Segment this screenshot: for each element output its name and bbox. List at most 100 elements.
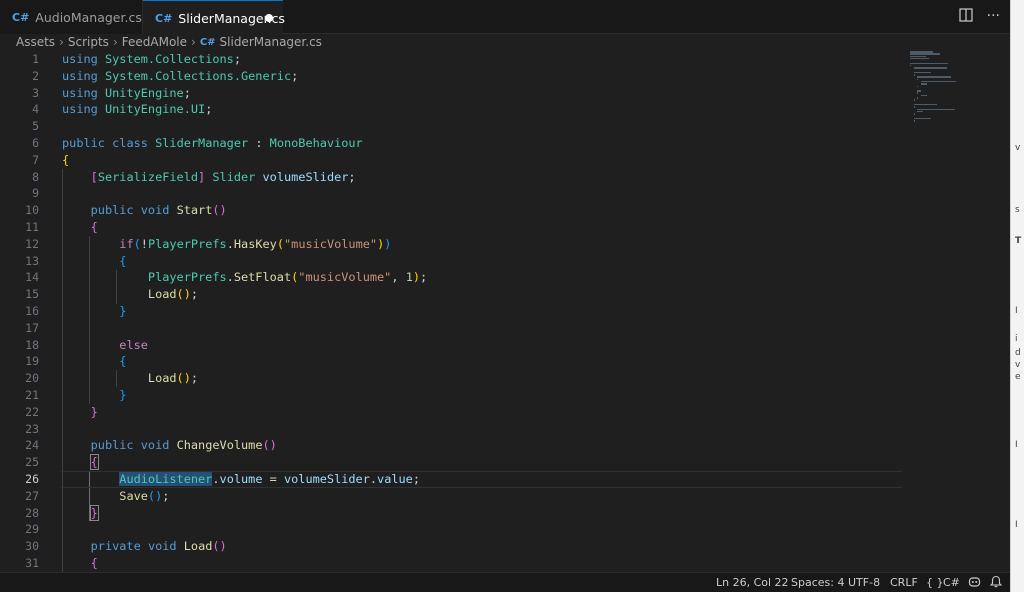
background-text: v	[1015, 143, 1021, 153]
line-number: 25	[25, 455, 39, 470]
line-number: 7	[32, 152, 39, 167]
csharp-icon: C#	[199, 36, 216, 48]
minimap-line	[917, 78, 919, 81]
line-number: 8	[32, 169, 39, 184]
tab-bar: C# AudioManager.cs C# SliderManager.cs ·…	[0, 0, 1010, 35]
minimap-line	[913, 99, 915, 101]
line-number: 31	[25, 555, 39, 570]
minimap-line	[913, 67, 947, 69]
line-number: 23	[25, 421, 39, 436]
encoding-setting[interactable]: UTF-8	[848, 576, 880, 589]
code-line: {	[119, 253, 127, 268]
line-number: 11	[25, 219, 39, 234]
minimap-line	[910, 51, 933, 53]
breadcrumb-item[interactable]: FeedAMole	[122, 35, 187, 49]
unsaved-dot-icon[interactable]	[265, 14, 273, 22]
minimap-line	[913, 71, 931, 74]
background-text: i	[1015, 334, 1018, 344]
line-number-gutter: 1 2 3 4 5 6 7 8 9 10 11 12 13 14 15 16 17 18 19 20 21 22 23 24 2…	[0, 51, 50, 572]
minimap-line	[913, 117, 931, 120]
code-line: PlayerPrefs.SetFloat("musicVolume", 1);	[147, 270, 428, 285]
minimap[interactable]	[906, 51, 996, 151]
line-number: 3	[32, 85, 39, 100]
background-window-edge: v s T I i d v e I I	[1010, 0, 1024, 592]
braces-icon[interactable]: { }	[926, 576, 944, 589]
code-line: }	[119, 303, 127, 318]
code-line: [SerializeField] Slider volumeSlider;	[90, 169, 356, 184]
minimap-line	[917, 85, 919, 87]
minimap-line	[917, 76, 952, 78]
code-line: if(!PlayerPrefs.HasKey("musicVolume"))	[119, 236, 392, 251]
line-number: 10	[25, 203, 39, 218]
code-line: using UnityEngine;	[62, 85, 191, 100]
line-number: 1	[32, 52, 39, 66]
line-number: 6	[32, 135, 39, 150]
code-line: public void ChangeVolume()	[90, 438, 277, 453]
code-line: public class SliderManager : MonoBehavio…	[62, 135, 363, 150]
copilot-icon[interactable]	[968, 575, 981, 591]
code-line: else	[119, 337, 148, 352]
line-number: 24	[25, 438, 39, 453]
code-line: }	[90, 404, 98, 419]
code-line: using UnityEngine.UI;	[62, 102, 213, 117]
breadcrumb-item[interactable]: Scripts	[68, 35, 109, 49]
minimap-line	[910, 62, 948, 64]
status-bar: Ln 26, Col 22 Spaces: 4 UTF-8 CRLF { } C…	[0, 572, 1010, 592]
code-line: Load();	[147, 371, 199, 386]
eol-setting[interactable]: CRLF	[890, 576, 918, 589]
language-mode[interactable]: C#	[943, 576, 960, 589]
line-number: 5	[32, 119, 39, 134]
background-text: I	[1015, 440, 1018, 450]
code-line: using System.Collections.Generic;	[62, 68, 299, 83]
code-line: }	[89, 504, 99, 521]
minimap-line	[917, 92, 919, 94]
split-editor-icon[interactable]	[959, 8, 973, 26]
vertical-scrollbar[interactable]	[996, 51, 1010, 572]
indentation-setting[interactable]: Spaces: 4	[791, 576, 844, 589]
minimap-line	[910, 64, 911, 67]
code-line: {	[119, 354, 127, 369]
breadcrumb-item[interactable]: SliderManager.cs	[220, 35, 322, 49]
minimap-line	[913, 103, 937, 106]
minimap-line	[920, 94, 928, 97]
line-number: 27	[25, 488, 39, 503]
tab-slidermanager[interactable]: C# SliderManager.cs	[143, 0, 285, 35]
line-number: 15	[25, 287, 39, 302]
background-text: e	[1015, 372, 1021, 382]
code-line: Save();	[119, 488, 170, 503]
code-line: {	[90, 219, 98, 234]
line-number: 9	[32, 186, 39, 201]
more-actions-icon[interactable]: ···	[987, 8, 1000, 26]
code-lines[interactable]: using System.Collections; using System.C…	[60, 51, 902, 572]
background-text: s	[1015, 205, 1020, 215]
line-number: 17	[25, 320, 39, 335]
editor-area[interactable]: 1 2 3 4 5 6 7 8 9 10 11 12 13 14 15 16 17 18 19 20 21 22 23 24 2…	[0, 51, 1010, 572]
background-text: v	[1015, 360, 1021, 370]
cursor-position[interactable]: Ln 26, Col 22	[716, 576, 789, 589]
code-line: {	[62, 152, 70, 167]
line-number: 29	[25, 522, 39, 537]
line-number: 18	[25, 337, 39, 352]
breadcrumb: Assets › Scripts › FeedAMole › C# Slider…	[0, 34, 1010, 50]
minimap-line	[917, 97, 919, 99]
minimap-line	[910, 57, 929, 60]
csharp-icon: C#	[155, 11, 173, 25]
code-line: using System.Collections;	[62, 52, 241, 66]
tab-audiomanager[interactable]: C# AudioManager.cs	[0, 0, 143, 34]
minimap-line	[913, 113, 915, 115]
bell-icon[interactable]	[989, 575, 1003, 591]
line-number: 4	[32, 102, 39, 117]
code-line: private void Load()	[90, 539, 227, 554]
code-line: {	[90, 555, 98, 570]
minimap-line	[910, 53, 940, 55]
breadcrumb-item[interactable]: Assets	[16, 35, 55, 49]
code-line: public void Start()	[90, 203, 227, 218]
line-number: 28	[25, 505, 39, 520]
chevron-right-icon: ›	[112, 35, 118, 49]
minimap-line	[920, 83, 928, 85]
